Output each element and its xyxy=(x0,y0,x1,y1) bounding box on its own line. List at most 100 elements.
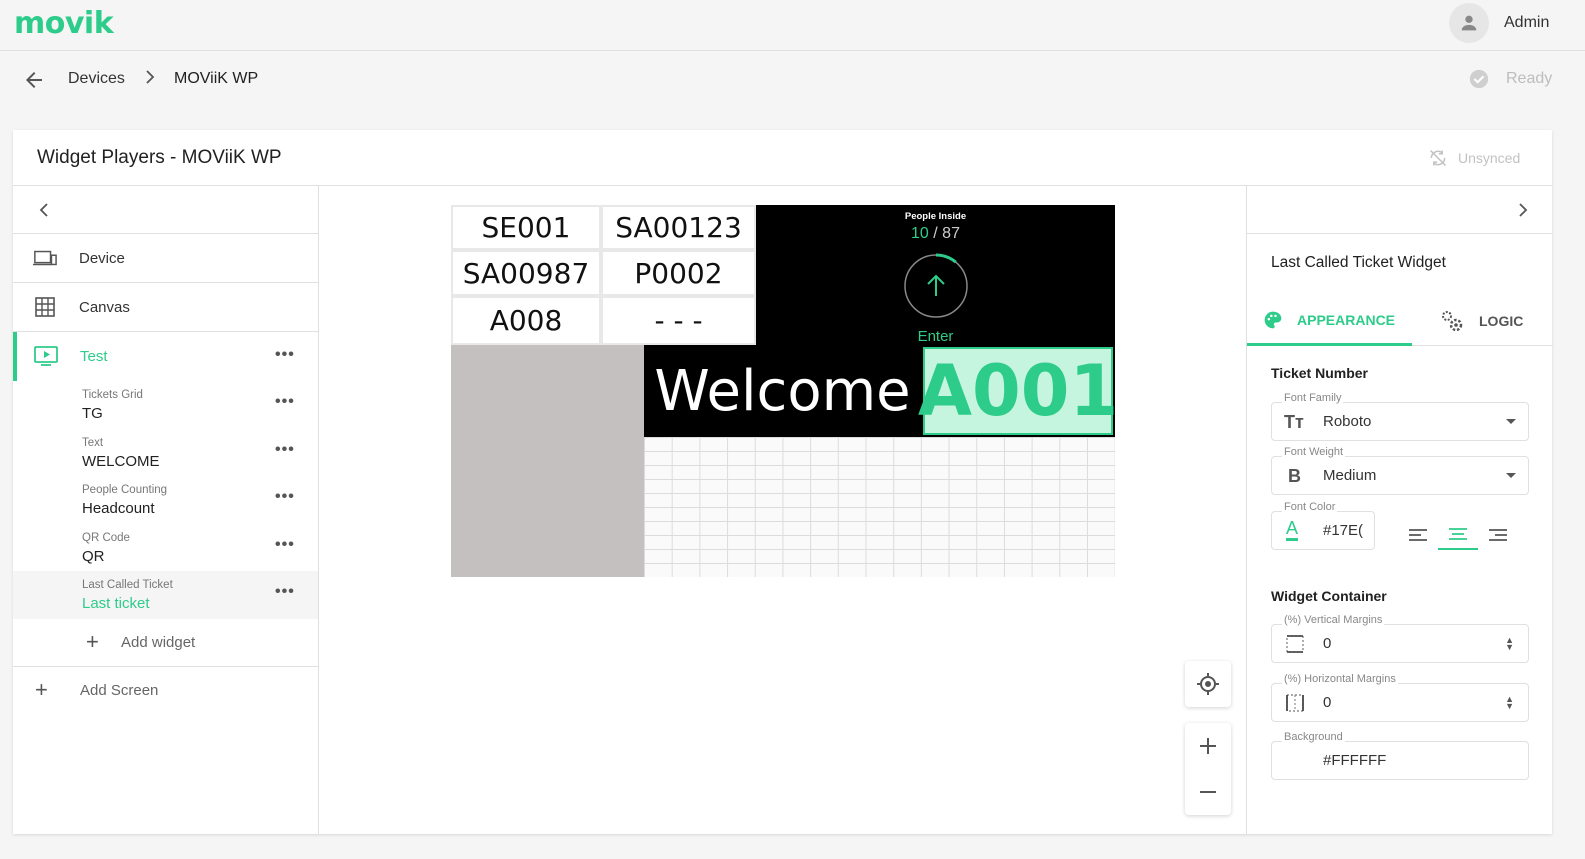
ticket-cell[interactable]: SE001 xyxy=(451,205,601,250)
widget-type: People Counting xyxy=(82,484,168,496)
widget-type: Text xyxy=(82,436,104,449)
breadcrumb-devices[interactable]: Devices xyxy=(68,70,125,88)
ticket-cell[interactable]: A008 xyxy=(451,296,601,345)
add-widget-label: Add widget xyxy=(121,633,196,651)
ticket-cell[interactable]: SA00987 xyxy=(451,250,601,296)
widget-item-last-called-ticket[interactable]: Last Called Ticket Last ticket ••• xyxy=(13,571,318,619)
occupancy-ring xyxy=(903,253,969,319)
field-label: Background xyxy=(1282,731,1345,743)
vertical-margins-input[interactable]: (%) Vertical Margins 0 ▲ ▼ xyxy=(1271,614,1529,663)
more-icon[interactable]: ••• xyxy=(275,441,295,459)
gears-icon xyxy=(1442,311,1463,332)
widget-name: Last ticket xyxy=(82,595,150,612)
status-indicator: Ready xyxy=(1468,68,1552,90)
check-circle-icon xyxy=(1469,69,1489,89)
last-ticket-widget[interactable]: A001 xyxy=(918,345,1118,437)
locate-control xyxy=(1185,661,1231,707)
grid-icon xyxy=(35,297,55,317)
add-widget-button[interactable]: + Add widget xyxy=(13,619,318,667)
field-value: #FFFFFF xyxy=(1323,752,1387,769)
widget-name: Headcount xyxy=(82,500,155,517)
more-icon[interactable]: ••• xyxy=(275,536,295,554)
widget-item-people-counting[interactable]: People Counting Headcount ••• xyxy=(13,476,318,524)
stepper-icon[interactable]: ▲ ▼ xyxy=(1505,636,1514,652)
sync-status-text: Unsynced xyxy=(1458,150,1521,166)
tab-logic[interactable]: LOGIC xyxy=(1439,296,1523,346)
collapse-right-button[interactable] xyxy=(1247,186,1552,234)
people-total: 87 xyxy=(942,225,960,242)
nav-item-canvas[interactable]: Canvas xyxy=(13,283,318,332)
chevron-left-icon xyxy=(39,203,48,217)
widget-settings-title: Last Called Ticket Widget xyxy=(1271,254,1446,271)
font-weight-select[interactable]: Font Weight B Medium xyxy=(1271,446,1529,495)
background-color-input[interactable]: Background #FFFFFF xyxy=(1271,731,1529,780)
widget-type: Tickets Grid xyxy=(82,389,143,401)
plus-icon xyxy=(1200,738,1216,754)
top-bar: movik Admin xyxy=(0,0,1585,51)
widget-type: QR Code xyxy=(82,531,130,544)
nav-item-label: Test xyxy=(80,348,108,365)
ticket-cell[interactable]: - - - xyxy=(601,296,756,345)
stepper-icon[interactable]: ▲ ▼ xyxy=(1505,695,1514,711)
align-center-button[interactable] xyxy=(1438,520,1478,550)
dropdown-caret-icon xyxy=(1506,419,1516,424)
sync-disabled-icon xyxy=(1429,149,1447,167)
palette-icon xyxy=(1264,311,1282,328)
more-icon[interactable]: ••• xyxy=(275,393,295,411)
ticket-cell[interactable]: SA00123 xyxy=(601,205,756,250)
people-counting-widget[interactable]: People Inside 10 / 87 Enter xyxy=(756,205,1115,345)
zoom-controls xyxy=(1185,723,1231,815)
collapse-left-button[interactable] xyxy=(13,186,318,234)
page-title: Widget Players - MOViiK WP xyxy=(37,147,282,168)
canvas-area[interactable]: SE001 SA00123 SA00987 P0002 A008 - - - P… xyxy=(320,186,1246,834)
font-color-input[interactable]: Font Color A #17E( xyxy=(1271,501,1375,550)
nav-item-screen-test[interactable]: Test ••• xyxy=(13,332,318,381)
user-name[interactable]: Admin xyxy=(1504,14,1549,32)
zoom-out-button[interactable] xyxy=(1185,769,1231,815)
target-icon xyxy=(1197,673,1219,695)
right-panel: Last Called Ticket Widget APPEARANCE LOG… xyxy=(1246,186,1553,834)
field-value: 0 xyxy=(1323,694,1332,711)
app-logo[interactable]: movik xyxy=(14,6,114,41)
locate-button[interactable] xyxy=(1185,661,1231,707)
align-left-button[interactable] xyxy=(1398,520,1438,550)
screen-canvas[interactable]: SE001 SA00123 SA00987 P0002 A008 - - - P… xyxy=(451,205,1118,577)
more-icon[interactable]: ••• xyxy=(275,346,295,364)
qr-code-widget[interactable] xyxy=(451,345,644,577)
horizontal-margins-input[interactable]: (%) Horizontal Margins 0 ▲ ▼ xyxy=(1271,673,1529,722)
chevron-right-icon xyxy=(145,70,155,87)
status-text: Ready xyxy=(1506,70,1553,87)
widget-item-text[interactable]: Text WELCOME ••• xyxy=(13,429,318,477)
arrow-back-icon[interactable] xyxy=(22,68,46,92)
align-right-button[interactable] xyxy=(1478,520,1518,550)
field-value: Medium xyxy=(1323,467,1377,484)
last-ticket-number[interactable]: A001 xyxy=(918,347,1118,435)
welcome-text-widget[interactable]: Welcome xyxy=(644,345,921,437)
ticket-cell[interactable]: P0002 xyxy=(601,250,756,296)
sync-status[interactable]: Unsynced xyxy=(1428,148,1520,168)
people-current: 10 xyxy=(911,225,929,242)
add-screen-label: Add Screen xyxy=(80,681,159,699)
align-center-icon xyxy=(1449,528,1467,540)
bold-icon: B xyxy=(1288,466,1301,486)
field-label: (%) Horizontal Margins xyxy=(1282,673,1398,685)
user-avatar[interactable] xyxy=(1449,3,1489,43)
tab-appearance[interactable]: APPEARANCE xyxy=(1247,296,1412,346)
zoom-in-button[interactable] xyxy=(1185,723,1231,769)
field-label: Font Family xyxy=(1282,392,1344,404)
breadcrumb-current: MOViiK WP xyxy=(174,70,259,87)
widget-item-qr-code[interactable]: QR Code QR ••• xyxy=(13,524,318,572)
horizontal-margin-icon xyxy=(1286,694,1304,712)
vertical-margin-icon xyxy=(1286,635,1304,653)
add-screen-button[interactable]: + Add Screen xyxy=(13,667,318,715)
font-family-select[interactable]: Font Family Tт Roboto xyxy=(1271,392,1529,441)
breadcrumb: Devices MOViiK WP Ready xyxy=(0,52,1585,106)
main-card: Widget Players - MOViiK WP Unsynced Devi… xyxy=(13,130,1553,834)
widget-item-tickets-grid[interactable]: Tickets Grid TG ••• xyxy=(13,381,318,429)
canvas-grid[interactable] xyxy=(644,437,1115,577)
nav-item-device[interactable]: Device xyxy=(13,234,318,283)
more-icon[interactable]: ••• xyxy=(275,583,295,601)
field-value: #17E( xyxy=(1323,522,1364,539)
field-label: Font Color xyxy=(1282,501,1338,513)
more-icon[interactable]: ••• xyxy=(275,488,295,506)
